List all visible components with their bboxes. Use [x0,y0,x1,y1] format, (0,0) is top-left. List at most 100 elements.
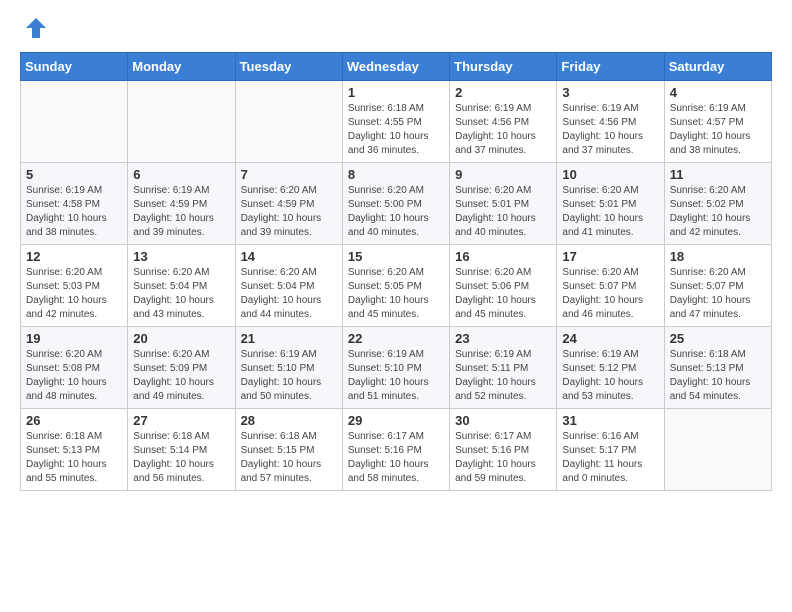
calendar-cell: 15 Sunrise: 6:20 AM Sunset: 5:05 PM Dayli… [342,245,449,327]
calendar-cell: 16 Sunrise: 6:20 AM Sunset: 5:06 PM Dayli… [450,245,557,327]
day-info: Sunrise: 6:16 AM Sunset: 5:17 PM Dayligh… [562,430,658,486]
day-info: Sunrise: 6:18 AM Sunset: 5:14 PM Dayligh… [133,430,229,486]
day-number: 24 [562,331,658,346]
calendar-cell: 9 Sunrise: 6:20 AM Sunset: 5:01 PM Daylig… [450,163,557,245]
calendar-cell [21,81,128,163]
calendar-cell: 28 Sunrise: 6:18 AM Sunset: 5:15 PM Dayli… [235,409,342,491]
weekday-header: Thursday [450,53,557,81]
calendar-header-row: SundayMondayTuesdayWednesdayThursdayFrid… [21,53,772,81]
day-number: 17 [562,249,658,264]
day-number: 22 [348,331,444,346]
day-number: 29 [348,413,444,428]
logo [20,16,48,40]
calendar-cell: 23Sunrise: 6:19 AM Sunset: 5:11 PM Dayli… [450,327,557,409]
calendar-week-row: 19Sunrise: 6:20 AM Sunset: 5:08 PM Dayli… [21,327,772,409]
day-info: Sunrise: 6:18 AM Sunset: 5:15 PM Dayligh… [241,430,337,486]
day-number: 6 [133,167,229,182]
calendar-cell: 7 Sunrise: 6:20 AM Sunset: 4:59 PM Daylig… [235,163,342,245]
day-info: Sunrise: 6:20 AM Sunset: 5:01 PM Dayligh… [562,184,658,240]
day-number: 30 [455,413,551,428]
calendar-cell: 8Sunrise: 6:20 AM Sunset: 5:00 PM Daylig… [342,163,449,245]
weekday-header: Sunday [21,53,128,81]
calendar-cell: 21 Sunrise: 6:19 AM Sunset: 5:10 PM Dayli… [235,327,342,409]
weekday-header: Friday [557,53,664,81]
day-info: Sunrise: 6:20 AM Sunset: 5:07 PM Dayligh… [670,266,766,322]
calendar-cell: 3Sunrise: 6:19 AM Sunset: 4:56 PM Daylig… [557,81,664,163]
page: SundayMondayTuesdayWednesdayThursdayFrid… [0,0,792,507]
calendar-cell: 27 Sunrise: 6:18 AM Sunset: 5:14 PM Dayli… [128,409,235,491]
calendar-week-row: 5Sunrise: 6:19 AM Sunset: 4:58 PM Daylig… [21,163,772,245]
calendar-cell [128,81,235,163]
day-info: Sunrise: 6:19 AM Sunset: 4:57 PM Dayligh… [670,102,766,158]
calendar-cell: 20 Sunrise: 6:20 AM Sunset: 5:09 PM Dayli… [128,327,235,409]
day-info: Sunrise: 6:17 AM Sunset: 5:16 PM Dayligh… [455,430,551,486]
calendar-cell: 4 Sunrise: 6:19 AM Sunset: 4:57 PM Daylig… [664,81,771,163]
day-number: 10 [562,167,658,182]
calendar-cell: 11 Sunrise: 6:20 AM Sunset: 5:02 PM Dayli… [664,163,771,245]
calendar-cell: 1Sunrise: 6:18 AM Sunset: 4:55 PM Daylig… [342,81,449,163]
day-number: 28 [241,413,337,428]
day-info: Sunrise: 6:19 AM Sunset: 4:59 PM Dayligh… [133,184,229,240]
day-info: Sunrise: 6:19 AM Sunset: 4:56 PM Dayligh… [455,102,551,158]
day-info: Sunrise: 6:18 AM Sunset: 5:13 PM Dayligh… [26,430,122,486]
day-number: 27 [133,413,229,428]
day-number: 13 [133,249,229,264]
day-info: Sunrise: 6:17 AM Sunset: 5:16 PM Dayligh… [348,430,444,486]
day-info: Sunrise: 6:20 AM Sunset: 5:04 PM Dayligh… [241,266,337,322]
day-number: 12 [26,249,122,264]
calendar-cell: 10 Sunrise: 6:20 AM Sunset: 5:01 PM Dayli… [557,163,664,245]
day-info: Sunrise: 6:19 AM Sunset: 5:10 PM Dayligh… [241,348,337,404]
weekday-header: Wednesday [342,53,449,81]
calendar-cell: 14 Sunrise: 6:20 AM Sunset: 5:04 PM Dayli… [235,245,342,327]
weekday-header: Saturday [664,53,771,81]
day-number: 14 [241,249,337,264]
calendar-cell: 29 Sunrise: 6:17 AM Sunset: 5:16 PM Dayli… [342,409,449,491]
day-number: 15 [348,249,444,264]
day-number: 8 [348,167,444,182]
day-number: 4 [670,85,766,100]
day-info: Sunrise: 6:20 AM Sunset: 5:05 PM Dayligh… [348,266,444,322]
day-info: Sunrise: 6:20 AM Sunset: 5:01 PM Dayligh… [455,184,551,240]
day-number: 2 [455,85,551,100]
day-number: 16 [455,249,551,264]
day-info: Sunrise: 6:20 AM Sunset: 5:06 PM Dayligh… [455,266,551,322]
calendar-cell: 24 Sunrise: 6:19 AM Sunset: 5:12 PM Dayli… [557,327,664,409]
day-info: Sunrise: 6:19 AM Sunset: 4:58 PM Dayligh… [26,184,122,240]
day-number: 20 [133,331,229,346]
calendar-cell [235,81,342,163]
day-info: Sunrise: 6:20 AM Sunset: 4:59 PM Dayligh… [241,184,337,240]
logo-icon [24,16,48,40]
weekday-header: Monday [128,53,235,81]
day-info: Sunrise: 6:20 AM Sunset: 5:07 PM Dayligh… [562,266,658,322]
weekday-header: Tuesday [235,53,342,81]
day-info: Sunrise: 6:19 AM Sunset: 5:10 PM Dayligh… [348,348,444,404]
calendar-cell: 25Sunrise: 6:18 AM Sunset: 5:13 PM Dayli… [664,327,771,409]
day-number: 9 [455,167,551,182]
day-number: 26 [26,413,122,428]
day-number: 23 [455,331,551,346]
day-number: 18 [670,249,766,264]
day-info: Sunrise: 6:20 AM Sunset: 5:08 PM Dayligh… [26,348,122,404]
day-number: 21 [241,331,337,346]
day-info: Sunrise: 6:20 AM Sunset: 5:04 PM Dayligh… [133,266,229,322]
calendar-week-row: 1Sunrise: 6:18 AM Sunset: 4:55 PM Daylig… [21,81,772,163]
calendar-cell: 22 Sunrise: 6:19 AM Sunset: 5:10 PM Dayli… [342,327,449,409]
calendar-cell: 13 Sunrise: 6:20 AM Sunset: 5:04 PM Dayli… [128,245,235,327]
calendar-cell: 30 Sunrise: 6:17 AM Sunset: 5:16 PM Dayli… [450,409,557,491]
day-number: 11 [670,167,766,182]
calendar-cell: 2 Sunrise: 6:19 AM Sunset: 4:56 PM Daylig… [450,81,557,163]
calendar-week-row: 26 Sunrise: 6:18 AM Sunset: 5:13 PM Dayli… [21,409,772,491]
day-info: Sunrise: 6:20 AM Sunset: 5:03 PM Dayligh… [26,266,122,322]
calendar-week-row: 12 Sunrise: 6:20 AM Sunset: 5:03 PM Dayli… [21,245,772,327]
calendar-cell: 6 Sunrise: 6:19 AM Sunset: 4:59 PM Daylig… [128,163,235,245]
day-number: 3 [562,85,658,100]
day-info: Sunrise: 6:18 AM Sunset: 5:13 PM Dayligh… [670,348,766,404]
day-info: Sunrise: 6:20 AM Sunset: 5:02 PM Dayligh… [670,184,766,240]
day-number: 7 [241,167,337,182]
calendar-cell: 18 Sunrise: 6:20 AM Sunset: 5:07 PM Dayli… [664,245,771,327]
day-info: Sunrise: 6:20 AM Sunset: 5:09 PM Dayligh… [133,348,229,404]
calendar-table: SundayMondayTuesdayWednesdayThursdayFrid… [20,52,772,491]
calendar-cell: 19Sunrise: 6:20 AM Sunset: 5:08 PM Dayli… [21,327,128,409]
calendar-cell [664,409,771,491]
day-info: Sunrise: 6:19 AM Sunset: 5:12 PM Dayligh… [562,348,658,404]
